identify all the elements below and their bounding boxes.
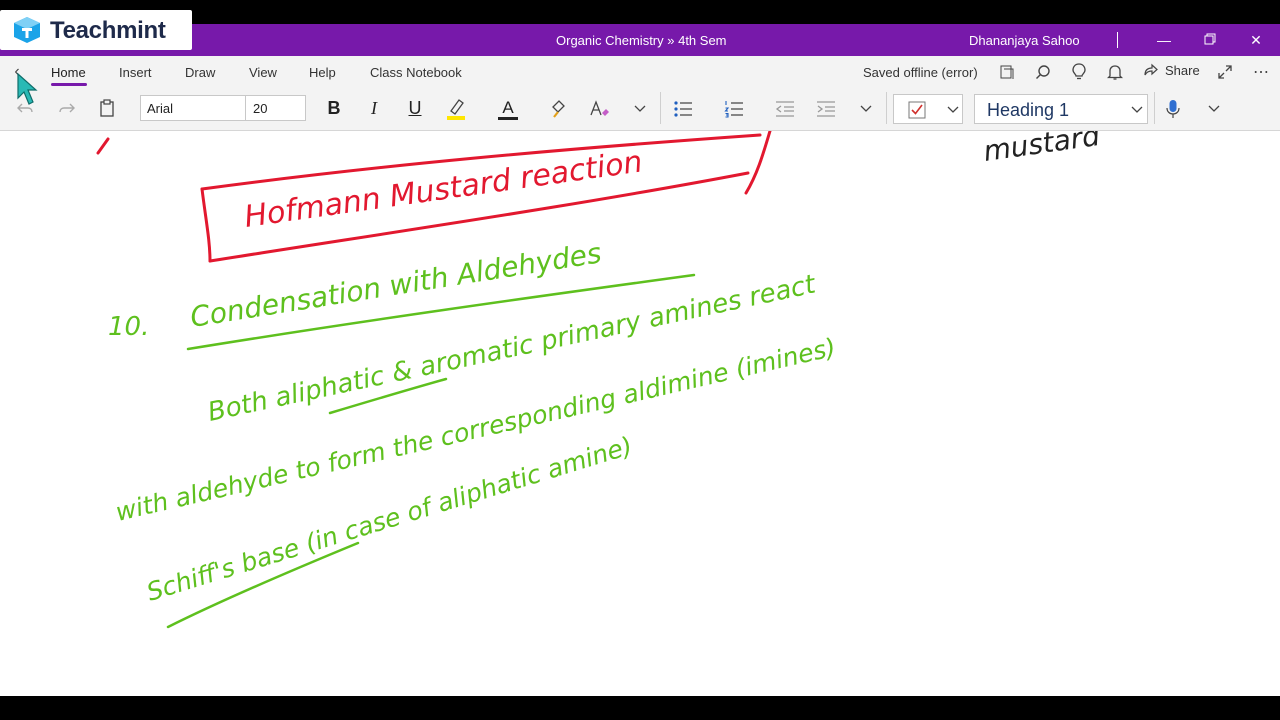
font-size-field[interactable]: 20 bbox=[253, 101, 267, 116]
item-number-text: 10. bbox=[108, 312, 149, 342]
font-box-divider bbox=[245, 96, 246, 120]
ink-layer: Hofmann Mustard reaction mustard 10. Con… bbox=[96, 131, 1102, 629]
chevron-down-icon[interactable] bbox=[630, 98, 650, 120]
title-divider bbox=[1117, 32, 1118, 48]
user-name[interactable]: Dhananjaya Sahoo bbox=[969, 33, 1080, 48]
chevron-down-icon[interactable] bbox=[856, 98, 876, 120]
tab-home[interactable]: Home bbox=[51, 65, 86, 80]
decrease-indent-icon[interactable] bbox=[773, 96, 797, 122]
lightbulb-icon[interactable] bbox=[1069, 62, 1089, 82]
format-painter-icon[interactable] bbox=[548, 96, 572, 122]
numbered-list-icon[interactable] bbox=[722, 96, 746, 122]
more-options-icon[interactable]: ⋯ bbox=[1251, 62, 1271, 82]
clear-formatting-icon[interactable] bbox=[588, 96, 612, 122]
dictate-microphone-icon[interactable] bbox=[1162, 96, 1184, 122]
share-button[interactable]: Share bbox=[1143, 62, 1200, 78]
todo-checkbox-icon bbox=[908, 101, 926, 119]
increase-indent-icon[interactable] bbox=[814, 96, 838, 122]
restore-icon[interactable] bbox=[1198, 28, 1222, 52]
font-color-glyph: A bbox=[502, 97, 514, 117]
style-name: Heading 1 bbox=[987, 100, 1070, 120]
bullet-list-icon[interactable] bbox=[671, 96, 695, 122]
window-title: Organic Chemistry » 4th Sem bbox=[556, 33, 727, 48]
font-picker[interactable]: Arial 20 bbox=[140, 95, 306, 121]
bold-button[interactable]: B bbox=[322, 95, 346, 121]
highlighter-icon[interactable] bbox=[444, 96, 468, 122]
notebooks-icon[interactable] bbox=[997, 62, 1017, 82]
tab-class-notebook[interactable]: Class Notebook bbox=[370, 65, 462, 80]
share-label: Share bbox=[1165, 62, 1200, 78]
tab-draw[interactable]: Draw bbox=[185, 65, 215, 80]
ribbon-separator bbox=[886, 92, 887, 124]
boxed-heading-text: Hofmann Mustard reaction bbox=[242, 144, 644, 235]
chevron-down-icon[interactable] bbox=[1204, 98, 1224, 120]
share-icon bbox=[1144, 63, 1158, 76]
italic-button[interactable]: I bbox=[362, 95, 386, 121]
teachmint-logo: Teachmint bbox=[0, 10, 192, 50]
font-name-field[interactable]: Arial bbox=[147, 101, 173, 116]
teachmint-logo-icon bbox=[14, 17, 40, 43]
ribbon-separator bbox=[660, 92, 661, 124]
search-icon[interactable] bbox=[1033, 62, 1053, 82]
sync-status[interactable]: Saved offline (error) bbox=[863, 65, 978, 80]
corner-fragment-text: mustard bbox=[981, 131, 1102, 168]
tag-picker[interactable] bbox=[893, 94, 963, 124]
style-picker[interactable]: Heading 1 bbox=[974, 94, 1148, 124]
ribbon: ‹ Home Insert Draw View Help Class Noteb… bbox=[0, 56, 1280, 131]
tab-view[interactable]: View bbox=[249, 65, 277, 80]
bell-icon[interactable] bbox=[1105, 62, 1125, 82]
font-color-swatch bbox=[498, 116, 518, 120]
clipboard-icon[interactable] bbox=[96, 97, 118, 119]
active-tab-indicator bbox=[51, 83, 87, 86]
redo-icon[interactable] bbox=[56, 97, 78, 119]
font-color-button[interactable]: A bbox=[496, 96, 520, 122]
ribbon-separator bbox=[1154, 92, 1155, 124]
brand-name: Teachmint bbox=[50, 17, 166, 44]
minimize-icon[interactable]: — bbox=[1152, 28, 1176, 52]
tab-insert[interactable]: Insert bbox=[119, 65, 152, 80]
tab-help[interactable]: Help bbox=[309, 65, 336, 80]
close-icon[interactable]: ✕ bbox=[1244, 28, 1268, 52]
underline-button[interactable]: U bbox=[403, 95, 427, 121]
note-canvas[interactable]: Hofmann Mustard reaction mustard 10. Con… bbox=[0, 131, 1280, 696]
section-title-text: Condensation with Aldehydes bbox=[188, 236, 604, 334]
chevron-down-icon bbox=[1131, 106, 1143, 113]
chevron-down-icon bbox=[947, 106, 959, 113]
fullscreen-icon[interactable] bbox=[1215, 62, 1235, 82]
title-bar: Organic Chemistry » 4th Sem Dhananjaya S… bbox=[0, 24, 1280, 56]
mouse-cursor-icon bbox=[17, 72, 38, 105]
